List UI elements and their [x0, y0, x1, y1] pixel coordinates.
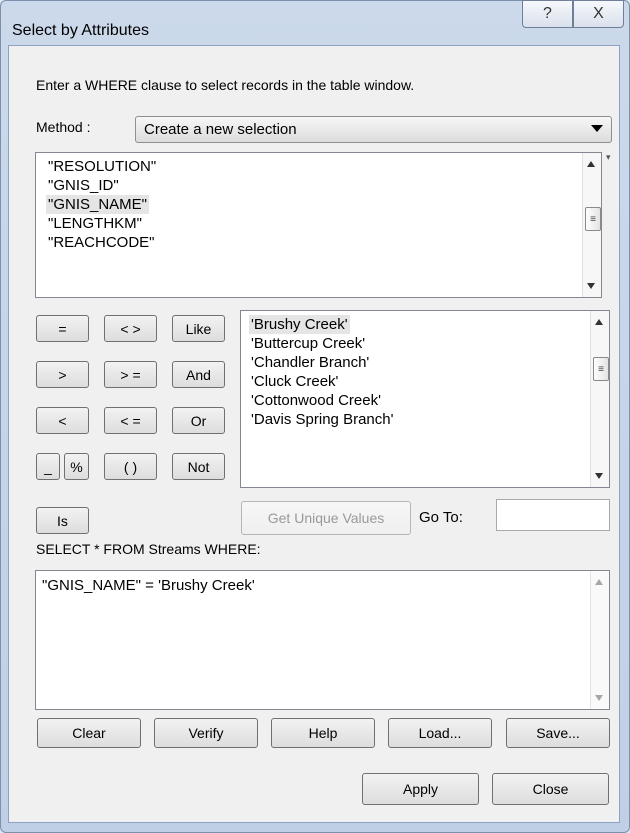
- clear-button[interactable]: Clear: [37, 718, 141, 748]
- goto-input[interactable]: [496, 499, 610, 531]
- scroll-up-icon[interactable]: [595, 579, 603, 585]
- field-item[interactable]: "REACHCODE": [46, 233, 593, 252]
- collapse-icon[interactable]: ▾: [606, 153, 616, 162]
- scroll-up-icon[interactable]: [595, 319, 603, 325]
- method-selected-value: Create a new selection: [144, 121, 297, 138]
- like-button[interactable]: Like: [172, 315, 225, 342]
- scroll-down-icon[interactable]: [595, 695, 603, 701]
- less-equal-button[interactable]: < =: [104, 407, 157, 434]
- not-button[interactable]: Not: [172, 453, 225, 480]
- load-button[interactable]: Load...: [388, 718, 492, 748]
- value-item[interactable]: 'Cottonwood Creek': [249, 391, 601, 410]
- scroll-down-icon[interactable]: [587, 283, 595, 289]
- help-icon: ?: [543, 5, 552, 22]
- field-item[interactable]: "RESOLUTION": [46, 157, 593, 176]
- goto-label: Go To:: [419, 509, 463, 526]
- close-window-button[interactable]: X: [573, 0, 624, 28]
- value-item[interactable]: 'Cluck Creek': [249, 372, 601, 391]
- instruction-text: Enter a WHERE clause to select records i…: [36, 77, 415, 93]
- expression-textarea[interactable]: "GNIS_NAME" = 'Brushy Creek': [35, 570, 610, 710]
- window-title: Select by Attributes: [12, 22, 149, 39]
- dropdown-arrow-icon: [591, 125, 603, 132]
- scroll-down-icon[interactable]: [595, 473, 603, 479]
- title-bar[interactable]: Select by Attributes ? X: [0, 0, 630, 44]
- parentheses-button[interactable]: ( ): [104, 453, 157, 480]
- sql-prefix-label: SELECT * FROM Streams WHERE:: [36, 541, 261, 557]
- less-than-button[interactable]: <: [36, 407, 89, 434]
- method-label: Method :: [36, 119, 91, 135]
- value-item[interactable]: 'Davis Spring Branch': [249, 410, 601, 429]
- value-item[interactable]: 'Chandler Branch': [249, 353, 601, 372]
- and-button[interactable]: And: [172, 361, 225, 388]
- expression-scrollbar[interactable]: [590, 571, 609, 709]
- values-scrollbar[interactable]: ≡: [590, 311, 609, 487]
- scroll-up-icon[interactable]: [587, 161, 595, 167]
- save-button[interactable]: Save...: [506, 718, 610, 748]
- not-equals-button[interactable]: < >: [104, 315, 157, 342]
- equals-button[interactable]: =: [36, 315, 89, 342]
- field-item[interactable]: "GNIS_ID": [46, 176, 593, 195]
- greater-than-button[interactable]: >: [36, 361, 89, 388]
- or-button[interactable]: Or: [172, 407, 225, 434]
- is-button[interactable]: Is: [36, 507, 89, 534]
- close-button[interactable]: Close: [492, 773, 609, 805]
- get-unique-values-button[interactable]: Get Unique Values: [241, 501, 411, 535]
- fields-scrollbar[interactable]: ≡: [582, 153, 601, 297]
- value-item-selected[interactable]: 'Brushy Creek': [249, 315, 350, 334]
- field-item-selected[interactable]: "GNIS_NAME": [46, 195, 150, 214]
- fields-list[interactable]: "RESOLUTION" "GNIS_ID" "GNIS_NAME" "LENG…: [35, 152, 602, 298]
- scroll-thumb[interactable]: ≡: [585, 207, 601, 231]
- help-button[interactable]: ?: [522, 0, 573, 28]
- expression-text: "GNIS_NAME" = 'Brushy Creek': [42, 577, 255, 594]
- scroll-thumb[interactable]: ≡: [593, 357, 609, 381]
- apply-button[interactable]: Apply: [362, 773, 479, 805]
- close-icon: X: [593, 5, 604, 22]
- percent-button[interactable]: %: [64, 453, 89, 480]
- verify-button[interactable]: Verify: [154, 718, 258, 748]
- help-dialog-button[interactable]: Help: [271, 718, 375, 748]
- greater-equal-button[interactable]: > =: [104, 361, 157, 388]
- values-list[interactable]: 'Brushy Creek' 'Buttercup Creek' 'Chandl…: [240, 310, 610, 488]
- value-item[interactable]: 'Buttercup Creek': [249, 334, 601, 353]
- field-item[interactable]: "LENGTHKM": [46, 214, 593, 233]
- underscore-button[interactable]: _: [36, 453, 60, 480]
- method-select[interactable]: Create a new selection: [135, 116, 612, 143]
